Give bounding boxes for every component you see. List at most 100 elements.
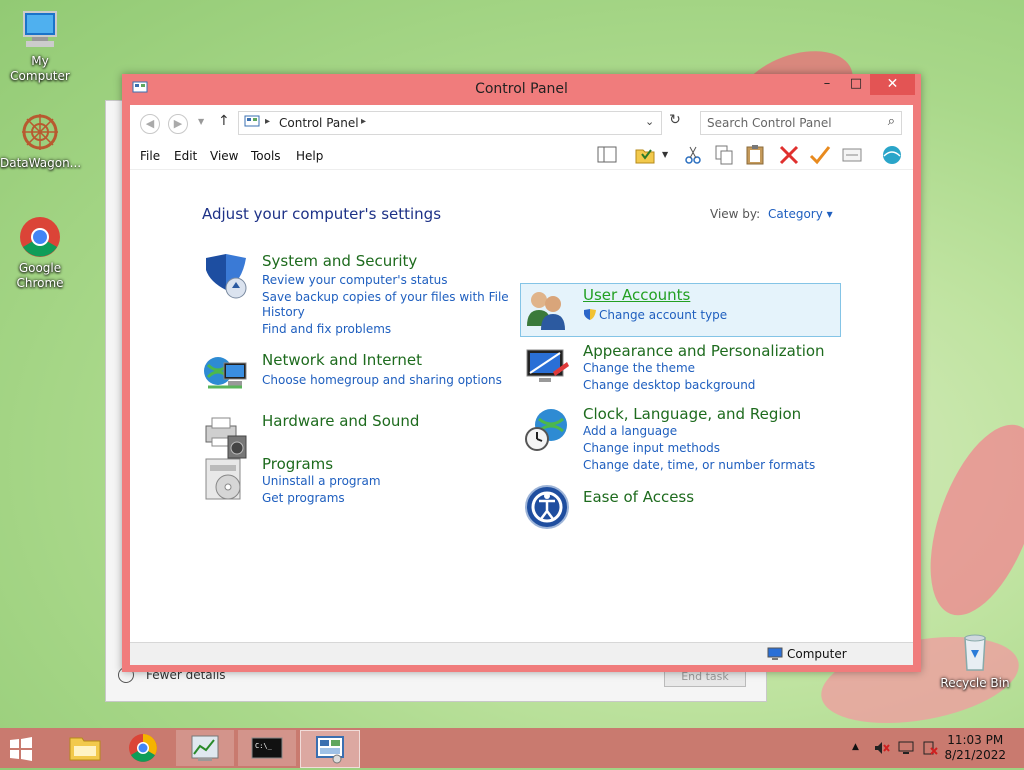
category-link[interactable]: Change input methods [583, 441, 720, 455]
category-appearance: Appearance and Personalization Change th… [523, 342, 843, 392]
taskbar-file-explorer[interactable] [56, 730, 114, 766]
preview-pane-icon[interactable] [596, 144, 618, 166]
menu-help[interactable]: Help [296, 149, 323, 163]
desktop-icon-my-computer[interactable]: My Computer [0, 8, 80, 84]
back-button[interactable]: ◀ [140, 114, 160, 134]
category-title[interactable]: User Accounts [583, 286, 690, 304]
status-bar: Computer [130, 642, 913, 665]
copy-icon[interactable] [713, 144, 735, 166]
category-title[interactable]: Appearance and Personalization [583, 342, 825, 360]
computer-icon [18, 8, 62, 52]
start-button[interactable] [8, 736, 34, 762]
category-link[interactable]: Change date, time, or number formats [583, 458, 815, 472]
search-input[interactable]: Search Control Panel [707, 116, 832, 130]
control-panel-window[interactable]: Control Panel – □ ✕ ◀ ▶ ▼ ↑ ▸ Control Pa… [122, 74, 921, 672]
desktop-icon-recycle-bin[interactable]: Recycle Bin [935, 630, 1015, 691]
category-link[interactable]: History [262, 305, 305, 319]
clock-globe-icon[interactable] [523, 405, 571, 453]
category-programs: Programs Uninstall a program Get program… [202, 455, 492, 515]
checkmark-icon[interactable] [809, 144, 831, 166]
desktop-icon-chrome[interactable]: Google Chrome [0, 215, 80, 291]
menu-file[interactable]: File [140, 149, 160, 163]
category-link[interactable]: Choose homegroup and sharing options [262, 373, 502, 387]
category-network-internet: Network and Internet Choose homegroup an… [202, 351, 502, 401]
desktop-icon-label: Google Chrome [16, 261, 64, 290]
wallpaper-petal [908, 410, 1024, 630]
refresh-icon[interactable]: ↻ [664, 112, 686, 134]
desktop-icon-label: DataWagon... [0, 156, 82, 170]
network-globe-icon[interactable] [202, 351, 250, 399]
menu-tools[interactable]: Tools [251, 149, 281, 163]
control-panel-small-icon [244, 115, 260, 129]
up-arrow-icon[interactable]: ↑ [218, 113, 230, 129]
properties-icon[interactable] [841, 144, 863, 166]
breadcrumb-arrow-icon[interactable]: ▸ [361, 116, 366, 127]
chevron-down-icon[interactable]: ⌄ [645, 115, 654, 128]
search-box[interactable]: Search Control Panel ⌕ [700, 111, 902, 135]
category-link[interactable]: Add a language [583, 424, 677, 438]
taskbar-command-prompt[interactable]: C:\_ [238, 730, 296, 766]
action-center-alert-icon[interactable] [922, 741, 938, 755]
window-client: ◀ ▶ ▼ ↑ ▸ Control Panel ▸ ⌄ ↻ Search Con… [130, 105, 913, 665]
breadcrumb-arrow-icon[interactable]: ▸ [265, 116, 270, 127]
chevron-up-icon[interactable]: ▲ [852, 742, 859, 752]
forward-button[interactable]: ▶ [168, 114, 188, 134]
category-link[interactable]: Change account type [599, 308, 727, 322]
category-link[interactable]: Change the theme [583, 361, 695, 375]
taskbar-clock[interactable]: 11:03 PM 8/21/2022 [944, 733, 1006, 763]
menu-view[interactable]: View [210, 149, 238, 163]
desktop-icon-datawagon[interactable]: DataWagon... [0, 110, 82, 171]
chrome-icon [18, 215, 62, 259]
content-area: Adjust your computer's settings View by:… [130, 169, 913, 642]
cut-icon[interactable] [682, 144, 704, 166]
paste-icon[interactable] [744, 144, 766, 166]
view-by-dropdown[interactable]: Category ▾ [768, 207, 833, 221]
category-user-accounts: User Accounts Change account type [523, 286, 833, 336]
window-title: Control Panel [475, 81, 568, 97]
breadcrumb-control-panel[interactable]: Control Panel [279, 116, 359, 130]
chevron-down-icon[interactable]: ▼ [662, 150, 668, 159]
address-bar[interactable]: ▸ Control Panel ▸ ⌄ [238, 111, 662, 135]
shield-icon[interactable] [202, 252, 250, 300]
category-link[interactable]: Get programs [262, 491, 345, 505]
title-bar[interactable]: Control Panel – □ ✕ [122, 74, 921, 104]
category-title[interactable]: Clock, Language, and Region [583, 405, 801, 423]
category-title[interactable]: Network and Internet [262, 351, 422, 369]
volume-muted-icon[interactable] [874, 741, 890, 755]
minimize-button[interactable]: – [814, 74, 840, 95]
taskbar-control-panel[interactable] [300, 730, 360, 768]
page-heading: Adjust your computer's settings [202, 205, 442, 223]
maximize-button[interactable]: □ [843, 74, 869, 95]
status-text: Computer [787, 647, 847, 661]
category-title[interactable]: System and Security [262, 252, 417, 270]
category-link[interactable]: Change desktop background [583, 378, 755, 392]
datawagon-icon [18, 110, 62, 154]
users-icon[interactable] [523, 286, 571, 334]
ease-of-access-icon[interactable] [523, 483, 571, 531]
category-title[interactable]: Hardware and Sound [262, 412, 419, 430]
taskbar-chrome[interactable] [114, 730, 172, 766]
category-link[interactable]: Save backup copies of your files with Fi… [262, 290, 509, 304]
category-link[interactable]: Find and fix problems [262, 322, 391, 336]
folder-options-icon[interactable] [634, 144, 656, 166]
taskbar-task-manager[interactable] [176, 730, 234, 766]
taskbar: C:\_ ▲ 11:03 PM 8/21/2022 [0, 728, 1024, 768]
category-title[interactable]: Programs [262, 455, 333, 473]
search-icon[interactable]: ⌕ [888, 114, 895, 129]
address-toolbar: ◀ ▶ ▼ ↑ ▸ Control Panel ▸ ⌄ ↻ Search Con… [130, 105, 913, 141]
programs-disc-icon[interactable] [202, 455, 250, 503]
category-link[interactable]: Uninstall a program [262, 474, 381, 488]
printer-speaker-icon[interactable] [202, 412, 250, 460]
category-link[interactable]: Review your computer's status [262, 273, 448, 287]
web-browser-icon[interactable] [881, 144, 903, 166]
category-system-security: System and Security Review your computer… [202, 252, 509, 342]
category-ease-of-access: Ease of Access [523, 483, 843, 533]
recent-locations-dropdown[interactable]: ▼ [198, 117, 204, 126]
delete-icon[interactable] [778, 144, 800, 166]
category-title[interactable]: Ease of Access [583, 488, 694, 506]
monitor-paint-icon[interactable] [523, 342, 571, 390]
menu-edit[interactable]: Edit [174, 149, 197, 163]
network-icon[interactable] [898, 741, 914, 755]
uac-shield-icon [583, 308, 597, 322]
close-button[interactable]: ✕ [870, 74, 915, 95]
